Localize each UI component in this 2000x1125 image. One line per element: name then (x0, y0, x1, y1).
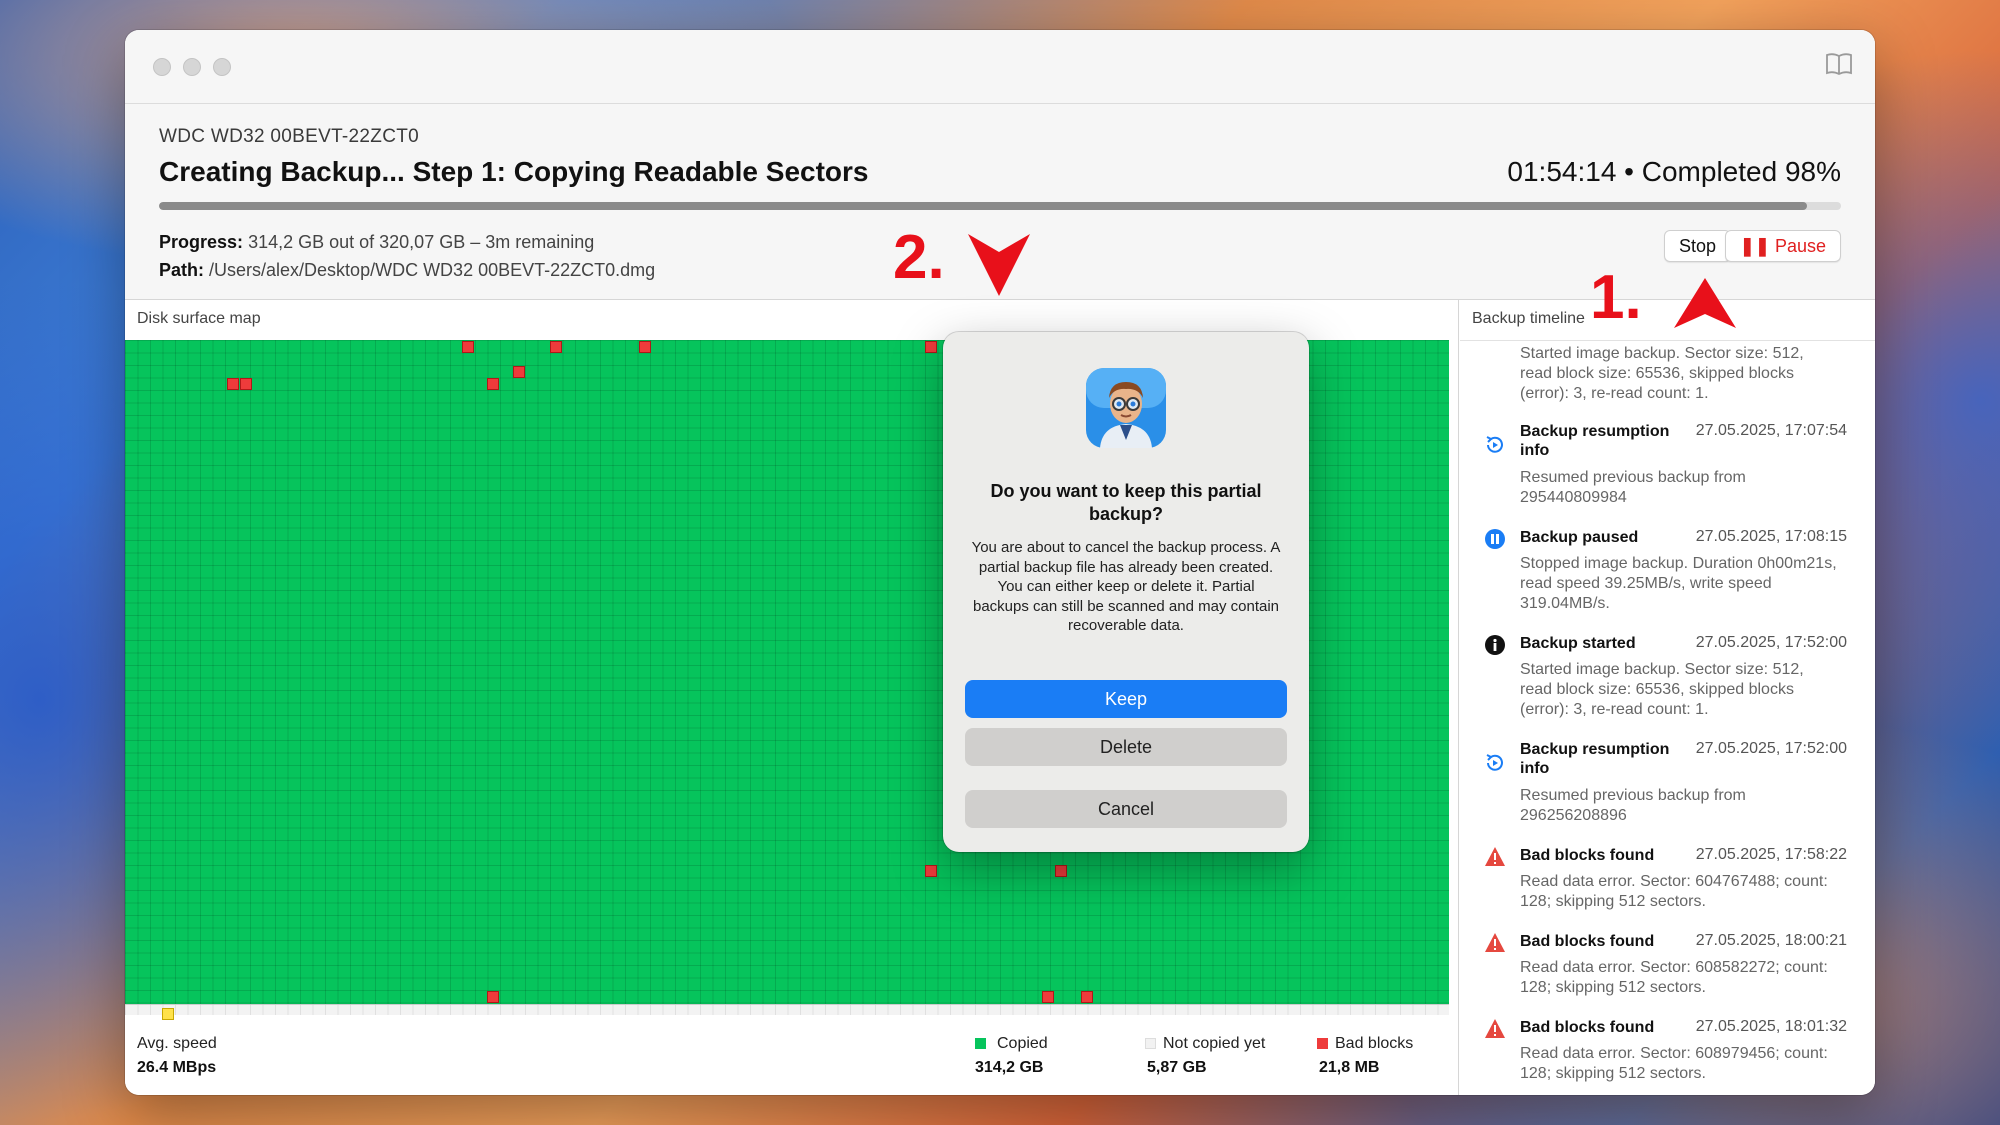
app-avatar-icon (1086, 368, 1166, 448)
timeline-entry-time: 27.05.2025, 18:00:21 (1695, 932, 1847, 949)
bad-block-marker (1042, 991, 1054, 1003)
bad-block-marker (639, 341, 651, 353)
app-window: WDC WD32 00BEVT-22ZCT0 Creating Backup..… (125, 30, 1875, 1095)
bad-block-marker (550, 341, 562, 353)
bad-block-marker (487, 991, 499, 1003)
bad-block-marker (462, 341, 474, 353)
dialog-title: Do you want to keep this partial backup? (990, 481, 1262, 524)
completion-status: 01:54:14 • Completed 98% (1507, 156, 1841, 187)
not-copied-legend-swatch (1145, 1038, 1156, 1049)
bad-blocks-value: 21,8 MB (1319, 1059, 1380, 1076)
timeline-entry-time: 27.05.2025, 17:52:00 (1695, 634, 1847, 651)
copied-legend-swatch (975, 1038, 986, 1049)
timeline-entry-time: 27.05.2025, 17:52:00 (1695, 740, 1847, 757)
bad-blocks-legend-swatch (1317, 1038, 1328, 1049)
minimize-window-button[interactable] (183, 58, 201, 76)
timeline-entry-title: Bad blocks found (1520, 1019, 1655, 1036)
timeline-entry-title: Bad blocks found (1520, 847, 1655, 864)
warning-icon (1485, 847, 1505, 866)
progress-bar (159, 202, 1841, 210)
window-controls (153, 58, 231, 76)
bad-block-marker (925, 865, 937, 877)
timeline-entry-time: 27.05.2025, 17:07:54 (1695, 422, 1847, 439)
timeline-entry-desc: Read data error. Sector: 608979456; coun… (1520, 1045, 1828, 1082)
bad-block-marker (925, 341, 937, 353)
bad-blocks-legend-label: Bad blocks (1335, 1035, 1414, 1052)
title-bar (125, 30, 1875, 104)
timeline-entry-desc: Read data error. Sector: 604767488; coun… (1520, 873, 1828, 910)
timeline-entry-desc: Resumed previous backup from 29544080998… (1520, 469, 1746, 506)
pause-icon: ❚❚ (1739, 236, 1770, 256)
path-label: Path: (159, 260, 204, 280)
not-copied-legend-label: Not copied yet (1163, 1035, 1266, 1052)
pause-icon (1485, 529, 1505, 549)
progress-text: 314,2 GB out of 320,07 GB – 3m remaining (248, 232, 595, 252)
resume-icon (1486, 436, 1503, 453)
resume-icon (1486, 754, 1503, 771)
timeline-entry-title: Bad blocks found (1520, 933, 1655, 950)
timeline-entry-desc: Stopped image backup. Duration 0h00m21s,… (1520, 555, 1837, 612)
backup-timeline-panel: Backup timeline Started image backup. Se… (1460, 300, 1875, 1095)
timeline-entry-title: Backup paused (1520, 529, 1639, 546)
zoom-window-button[interactable] (213, 58, 231, 76)
copied-legend-label: Copied (997, 1035, 1048, 1052)
progress-bar-fill (159, 202, 1808, 210)
keep-button[interactable]: Keep (965, 680, 1287, 718)
not-copied-strip (125, 1005, 1449, 1015)
pause-button[interactable]: ❚❚ Pause (1724, 230, 1841, 262)
bad-block-marker (513, 366, 525, 378)
timeline-entry-time: 27.05.2025, 17:08:15 (1695, 528, 1847, 545)
device-name: WDC WD32 00BEVT-22ZCT0 (159, 126, 419, 147)
bad-block-marker (1081, 991, 1093, 1003)
path-line: Path: /Users/alex/Desktop/WDC WD32 00BEV… (159, 260, 655, 281)
bad-block-marker (227, 378, 239, 390)
bad-block-marker (1055, 865, 1067, 877)
delete-button[interactable]: Delete (965, 728, 1287, 766)
annotation-step-1: 1. (1590, 263, 1642, 332)
timeline-divider (1460, 340, 1875, 341)
book-icon[interactable] (1825, 52, 1853, 76)
timeline-entry-time: 27.05.2025, 18:01:32 (1695, 1018, 1847, 1035)
close-window-button[interactable] (153, 58, 171, 76)
annotation-arrow-down (968, 234, 1030, 296)
warning-icon (1485, 1019, 1505, 1038)
timeline-entry-desc: Resumed previous backup from 29625620889… (1520, 787, 1746, 824)
timeline-entry-desc: Read data error. Sector: 608582272; coun… (1520, 959, 1828, 996)
warning-icon (1485, 933, 1505, 952)
path-text: /Users/alex/Desktop/WDC WD32 00BEVT-22ZC… (209, 260, 656, 280)
map-panel-title: Disk surface map (137, 310, 261, 327)
avg-speed-label: Avg. speed (137, 1035, 217, 1052)
cancel-button[interactable]: Cancel (965, 790, 1287, 828)
timeline-entry-desc: Started image backup. Sector size: 512, … (1520, 661, 1804, 718)
stop-button[interactable]: Stop (1663, 230, 1731, 262)
copied-value: 314,2 GB (975, 1059, 1044, 1076)
bad-block-marker (487, 378, 499, 390)
avg-speed-value: 26.4 MBps (137, 1059, 217, 1076)
keep-partial-backup-dialog: Do you want to keep this partial backup?… (943, 332, 1309, 852)
not-copied-value: 5,87 GB (1147, 1059, 1207, 1076)
stats-bar: Avg. speed 26.4 MBps Copied 314,2 GB Not… (125, 1015, 1459, 1095)
timeline-panel-title: Backup timeline (1472, 310, 1585, 327)
annotation-arrow-up (1674, 278, 1736, 328)
progress-label: Progress: (159, 232, 244, 252)
bad-block-marker (240, 378, 252, 390)
timeline-entry-title: Backup resumption info (1520, 423, 1670, 459)
timeline-entry-desc: Started image backup. Sector size: 512, … (1520, 345, 1804, 402)
progress-line: Progress: 314,2 GB out of 320,07 GB – 3m… (159, 232, 594, 253)
annotation-step-2: 2. (893, 223, 945, 292)
dialog-message: You are about to cancel the backup proce… (971, 539, 1281, 635)
timeline-entry-time: 27.05.2025, 17:58:22 (1695, 846, 1847, 863)
timeline-entry-title: Backup started (1520, 635, 1636, 652)
status-title: Creating Backup... Step 1: Copying Reada… (159, 156, 869, 187)
timeline-entry-title: Backup resumption info (1520, 741, 1670, 777)
info-icon (1485, 635, 1505, 655)
pause-button-label: Pause (1774, 236, 1826, 256)
